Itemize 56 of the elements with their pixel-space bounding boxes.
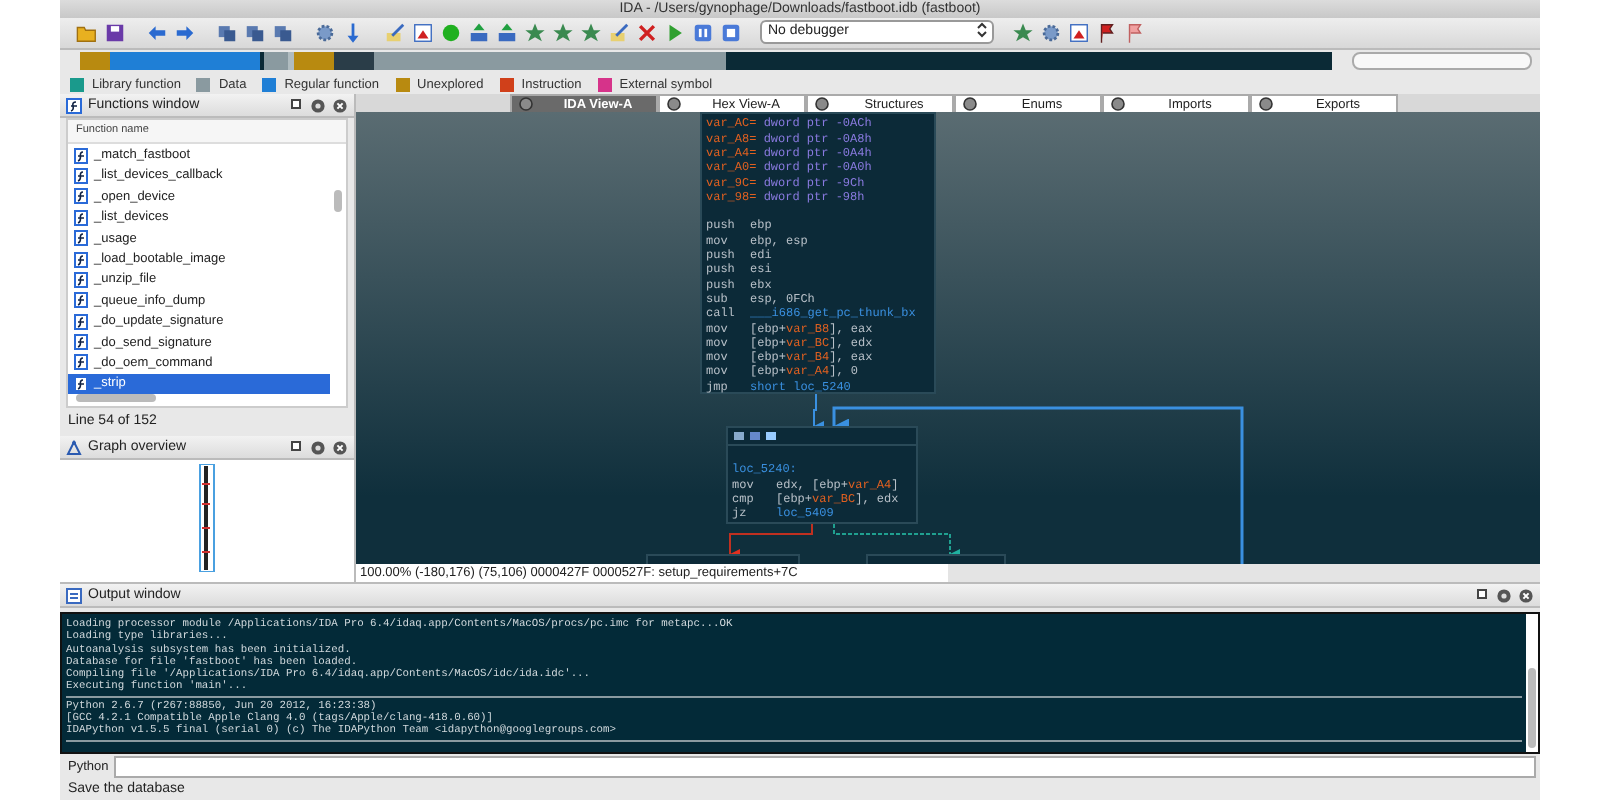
function-icon — [74, 292, 88, 309]
scrollbar-thumb[interactable] — [1528, 667, 1536, 748]
settings-icon[interactable] — [1496, 587, 1512, 604]
pencil-icon[interactable] — [384, 21, 406, 44]
export-icon[interactable] — [496, 21, 518, 44]
function-icon — [74, 167, 88, 184]
circle-icon[interactable] — [440, 21, 462, 44]
stack-icon[interactable] — [244, 21, 266, 44]
square-icon[interactable] — [750, 432, 760, 441]
scrollbar-thumb[interactable] — [76, 394, 156, 403]
flag-icon[interactable] — [1096, 21, 1118, 44]
back-arrow-icon[interactable] — [146, 21, 168, 44]
forward-arrow-icon[interactable] — [174, 21, 196, 44]
window-icon — [66, 587, 82, 604]
stack-icon[interactable] — [272, 21, 294, 44]
scrollbar-thumb[interactable] — [334, 190, 342, 213]
branch-arrow — [729, 523, 813, 560]
save-icon[interactable] — [104, 21, 126, 44]
command-field[interactable] — [114, 756, 1536, 779]
function-icon — [74, 251, 88, 267]
navigation-band[interactable] — [80, 52, 1336, 71]
square-icon[interactable] — [766, 432, 776, 441]
function-icon — [74, 188, 88, 205]
function-icon — [74, 230, 88, 247]
star-icon[interactable] — [552, 21, 574, 44]
function-icon — [74, 313, 88, 330]
function-icon — [74, 334, 88, 351]
function-icon — [74, 271, 88, 288]
play-icon[interactable] — [664, 21, 686, 44]
restore-icon[interactable] — [1474, 587, 1490, 604]
export-icon[interactable] — [468, 21, 490, 44]
function-icon — [74, 209, 88, 226]
cross-icon[interactable] — [636, 21, 658, 44]
star-icon[interactable] — [580, 21, 602, 44]
restore-icon[interactable] — [288, 97, 304, 114]
folder-icon[interactable] — [76, 21, 98, 44]
graph-thumbnail-drawing[interactable] — [196, 464, 216, 573]
star-icon[interactable] — [524, 21, 546, 44]
flow-arrow — [813, 393, 824, 432]
picture-icon[interactable] — [412, 21, 434, 44]
settings-icon[interactable] — [310, 439, 326, 456]
stack-icon[interactable] — [216, 21, 238, 44]
function-icon — [74, 354, 88, 371]
function-icon — [74, 147, 88, 164]
pause-icon[interactable] — [692, 21, 714, 44]
restore-icon[interactable] — [288, 439, 304, 456]
down-arrow-icon[interactable] — [342, 21, 364, 44]
gear-icon[interactable] — [314, 21, 336, 44]
stop-icon[interactable] — [720, 21, 742, 44]
branch-arrow — [833, 523, 960, 560]
function-icon — [66, 97, 82, 114]
graph-icon — [66, 439, 82, 456]
settings-icon[interactable] — [310, 97, 326, 114]
square-icon[interactable] — [734, 432, 744, 441]
caret-icon — [976, 22, 988, 39]
function-icon — [74, 375, 88, 392]
